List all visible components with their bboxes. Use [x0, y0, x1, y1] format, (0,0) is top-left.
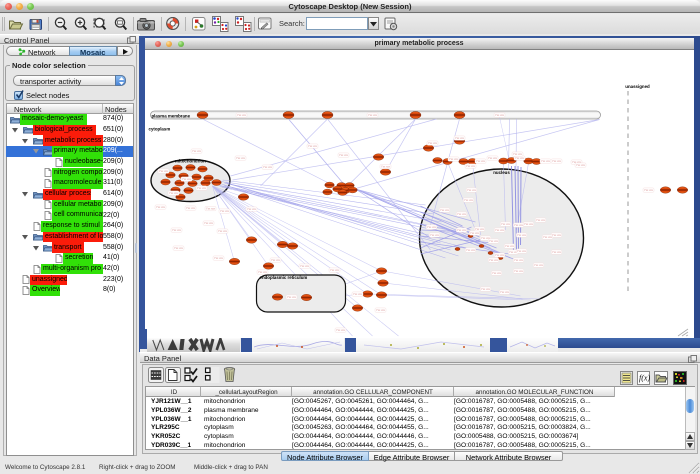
- svg-text:Yxx xxx: Yxx xxx: [204, 221, 214, 225]
- svg-text:unassigned: unassigned: [625, 84, 650, 89]
- svg-text:Yxx xxx: Yxx xxx: [514, 223, 524, 227]
- svg-text:Yxx xxx: Yxx xxx: [381, 165, 391, 169]
- svg-text:Yxx xxx: Yxx xxx: [159, 169, 169, 173]
- svg-text:Yxx xxx: Yxx xxx: [336, 328, 346, 332]
- svg-text:Yxx xxx: Yxx xxx: [489, 239, 499, 243]
- svg-text:Yxx xxx: Yxx xxx: [470, 231, 480, 235]
- svg-text:Yxx xxx: Yxx xxx: [517, 233, 527, 237]
- svg-text:Yxx xxx: Yxx xxx: [214, 256, 224, 260]
- svg-text:Yxx xxx: Yxx xxx: [488, 156, 498, 160]
- svg-text:Yxx xxx: Yxx xxx: [495, 228, 505, 232]
- svg-text:Yxx xxx: Yxx xxx: [500, 290, 510, 294]
- svg-text:Yxx xxx: Yxx xxx: [552, 233, 562, 237]
- svg-text:Yxx xxx: Yxx xxx: [501, 222, 511, 226]
- svg-text:Yxx xxx: Yxx xxx: [457, 212, 467, 216]
- svg-text:Yxx xxx: Yxx xxx: [186, 206, 196, 210]
- svg-text:Yxx xxx: Yxx xxx: [192, 149, 202, 153]
- svg-text:Yxx xxx: Yxx xxx: [376, 308, 386, 312]
- svg-text:Yxx xxx: Yxx xxx: [182, 177, 192, 181]
- svg-text:Yxx xxx: Yxx xxx: [172, 228, 182, 232]
- svg-text:nucleus: nucleus: [493, 170, 510, 175]
- svg-text:Yxx xxx: Yxx xxx: [237, 113, 247, 117]
- svg-text:Yxx xxx: Yxx xxx: [536, 218, 546, 222]
- svg-text:Yxx xxx: Yxx xxx: [218, 229, 228, 233]
- svg-text:Yxx xxx: Yxx xxx: [430, 233, 440, 237]
- svg-text:Yxx xxx: Yxx xxx: [517, 249, 527, 253]
- svg-text:Yxx xxx: Yxx xxx: [543, 235, 553, 239]
- svg-text:Yxx xxx: Yxx xxx: [339, 153, 349, 157]
- svg-text:Yxx xxx: Yxx xxx: [495, 253, 505, 257]
- svg-text:Yxx xxx: Yxx xxx: [476, 159, 486, 163]
- svg-text:plasma membrane: plasma membrane: [151, 113, 190, 118]
- svg-text:Yxx xxx: Yxx xxx: [308, 144, 318, 148]
- svg-text:Yxx xxx: Yxx xxx: [247, 207, 257, 211]
- svg-text:Yxx xxx: Yxx xxx: [534, 263, 544, 267]
- svg-text:Yxx xxx: Yxx xxx: [427, 225, 437, 229]
- svg-text:Yxx xxx: Yxx xxx: [220, 209, 230, 213]
- svg-text:Yxx xxx: Yxx xxx: [156, 205, 166, 209]
- svg-text:mitochondrion: mitochondrion: [175, 159, 206, 164]
- svg-text:Yxx xxx: Yxx xxx: [552, 159, 562, 163]
- svg-text:Yxx xxx: Yxx xxx: [287, 295, 297, 299]
- svg-text:Yxx xxx: Yxx xxx: [457, 228, 467, 232]
- svg-text:Yxx xxx: Yxx xxx: [467, 188, 477, 192]
- svg-text:Yxx xxx: Yxx xxx: [515, 156, 525, 160]
- svg-text:cytoplasm: cytoplasm: [148, 127, 170, 132]
- svg-text:Yxx xxx: Yxx xxx: [481, 287, 491, 291]
- svg-text:Yxx xxx: Yxx xxx: [514, 269, 524, 273]
- svg-text:Yxx xxx: Yxx xxx: [514, 258, 524, 262]
- svg-text:f(x): f(x): [639, 374, 650, 383]
- svg-text:Yxx xxx: Yxx xxx: [206, 207, 216, 211]
- svg-text:endoplasmic reticulum: endoplasmic reticulum: [259, 275, 307, 280]
- svg-text:Yxx xxx: Yxx xxx: [353, 292, 363, 296]
- svg-text:Yxx xxx: Yxx xxx: [475, 227, 485, 231]
- svg-text:Yxx xxx: Yxx xxx: [541, 159, 551, 163]
- svg-text:Yxx xxx: Yxx xxx: [258, 270, 268, 274]
- svg-text:Yxx xxx: Yxx xxx: [236, 156, 246, 160]
- svg-text:Yxx xxx: Yxx xxx: [449, 157, 459, 161]
- svg-text:Yxx xxx: Yxx xxx: [492, 271, 502, 275]
- svg-text:Yxx xxx: Yxx xxx: [169, 191, 179, 195]
- svg-text:Yxx xxx: Yxx xxx: [513, 152, 523, 156]
- svg-text:Yxx xxx: Yxx xxx: [552, 250, 562, 254]
- svg-text:Yxx xxx: Yxx xxx: [505, 244, 515, 248]
- svg-text:Yxx xxx: Yxx xxx: [197, 186, 207, 190]
- svg-text:Yxx xxx: Yxx xxx: [464, 198, 474, 202]
- svg-text:Yxx xxx: Yxx xxx: [455, 136, 465, 140]
- svg-text:Yxx xxx: Yxx xxx: [428, 141, 438, 145]
- svg-text:Yxx xxx: Yxx xxx: [440, 208, 450, 212]
- svg-text:Yxx xxx: Yxx xxx: [466, 248, 476, 252]
- svg-text:Yxx xxx: Yxx xxx: [576, 163, 586, 167]
- svg-text:Yxx xxx: Yxx xxx: [644, 188, 654, 192]
- svg-text:Yxx xxx: Yxx xxx: [300, 264, 310, 268]
- svg-text:Yxx xxx: Yxx xxx: [368, 113, 378, 117]
- svg-text:Yxx xxx: Yxx xxx: [524, 222, 534, 226]
- svg-text:Yxx xxx: Yxx xxx: [495, 113, 505, 117]
- svg-text:Yxx xxx: Yxx xxx: [330, 268, 340, 272]
- svg-text:Yxx xxx: Yxx xxx: [174, 246, 184, 250]
- svg-text:Yxx xxx: Yxx xxx: [271, 258, 281, 262]
- svg-text:Yxx xxx: Yxx xxx: [263, 165, 273, 169]
- svg-text:Yxx xxx: Yxx xxx: [466, 164, 476, 168]
- svg-text:Yxx xxx: Yxx xxx: [489, 258, 499, 262]
